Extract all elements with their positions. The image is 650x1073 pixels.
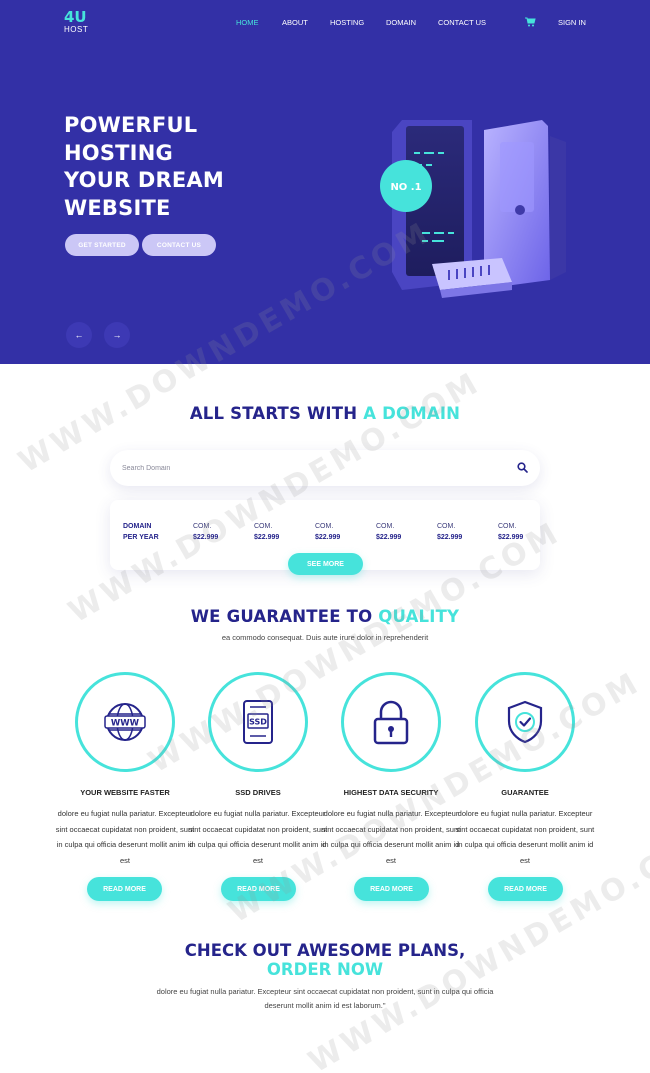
svg-text:SSD: SSD [249,718,267,727]
nav-contact-us[interactable]: CONTACT US [438,18,486,27]
feature-desc: dolore eu fugiat nulla pariatur. Excepte… [55,809,195,865]
feature-title: GUARANTEE [501,788,549,797]
logo-sub: HOST [64,25,89,34]
ssd-icon: SSD [243,700,273,744]
feature-title: HIGHEST DATA SECURITY [343,788,439,797]
hero-title: POWERFUL HOSTING YOUR DREAM WEBSITE [64,112,304,222]
shield-check-icon [507,700,543,744]
logo[interactable]: 4U HOST [64,10,88,34]
domain-price-item: COM. $22.999 [437,521,462,543]
www-globe-icon: WWW [104,703,146,741]
feature-icon-circle [475,672,575,772]
cart-icon[interactable] [524,17,536,27]
hero-badge-text: NO .1 [390,182,421,193]
feature-desc: dolore eu fugiat nulla pariatur. Excepte… [188,809,328,865]
slider-prev-button[interactable]: ← [66,322,92,348]
feature-title: YOUR WEBSITE FASTER [80,788,170,797]
guarantee-heading-accent: QUALITY [378,607,460,626]
hero-title-line: YOUR DREAM [64,168,224,192]
guarantee-heading: WE GUARANTEE TO QUALITY [0,607,650,626]
nav-hosting[interactable]: HOSTING [330,18,364,27]
search-icon[interactable] [517,462,528,473]
price-head-line1: DOMAIN [123,523,152,530]
plans-heading-main: CHECK OUT AWESOME PLANS, [184,941,466,960]
hero-title-line: POWERFUL [64,113,198,137]
domain-price: $22.999 [315,534,341,541]
domain-tld: COM. [254,523,273,530]
domain-price-item: COM. $22.999 [254,521,279,543]
hero-section: 4U HOST HOME ABOUT HOSTING DOMAIN CONTAC… [0,0,650,364]
see-more-button[interactable]: SEE MORE [288,553,363,575]
domain-search-box [110,450,540,486]
domain-price-heading: DOMAIN PER YEAR [123,521,159,543]
domain-tld: COM. [315,523,334,530]
domain-price: $22.999 [437,534,463,541]
nav-about[interactable]: ABOUT [282,18,308,27]
guarantee-heading-main: WE GUARANTEE TO [190,607,373,626]
domain-price-item: COM. $22.999 [315,521,340,543]
feature-icon-circle [341,672,441,772]
domain-heading-main: ALL STARTS WITH [189,404,358,423]
domain-tld: COM. [376,523,395,530]
domain-price: $22.999 [498,534,524,541]
feature-desc: dolore eu fugiat nulla pariatur. Excepte… [455,809,595,865]
server-illustration: NO .1 [380,120,566,298]
feature-title: SSD DRIVES [235,788,281,797]
feature-desc: dolore eu fugiat nulla pariatur. Excepte… [321,809,461,865]
slider-next-button[interactable]: → [104,322,130,348]
plans-desc: dolore eu fugiat nulla pariatur. Excepte… [156,987,494,1010]
domain-heading: ALL STARTS WITH A DOMAIN [0,404,650,423]
domain-price-item: COM. $22.999 [376,521,401,543]
read-more-button[interactable]: READ MORE [354,877,429,901]
read-more-button[interactable]: READ MORE [87,877,162,901]
domain-price: $22.999 [193,534,219,541]
price-head-line2: PER YEAR [123,534,159,541]
padlock-icon [373,700,409,745]
guarantee-subtitle: ea commodo consequat. Duis aute irure do… [221,633,429,642]
sign-in-link[interactable]: SIGN IN [558,18,586,27]
domain-tld: COM. [193,523,212,530]
hero-title-line: WEBSITE [64,195,171,220]
get-started-button[interactable]: GET STARTED [65,234,139,256]
domain-search-input[interactable] [122,450,502,486]
plans-heading: CHECK OUT AWESOME PLANS, ORDER NOW [0,941,650,979]
domain-price: $22.999 [254,534,280,541]
domain-heading-accent: A DOMAIN [363,404,461,423]
logo-main: 4U [64,8,87,26]
nav-domain[interactable]: DOMAIN [386,18,416,27]
contact-us-button[interactable]: CONTACT US [142,234,216,256]
hero-title-line: HOSTING [64,140,173,165]
nav-home[interactable]: HOME [236,18,259,27]
plans-heading-accent: ORDER NOW [266,960,384,979]
feature-icon-circle: SSD [208,672,308,772]
domain-price: $22.999 [376,534,402,541]
svg-text:WWW: WWW [111,719,140,729]
domain-price-item: COM. $22.999 [193,521,218,543]
read-more-button[interactable]: READ MORE [221,877,296,901]
domain-price-item: COM. $22.999 [498,521,523,543]
feature-icon-circle: WWW [75,672,175,772]
read-more-button[interactable]: READ MORE [488,877,563,901]
domain-tld: COM. [437,523,456,530]
domain-tld: COM. [498,523,517,530]
